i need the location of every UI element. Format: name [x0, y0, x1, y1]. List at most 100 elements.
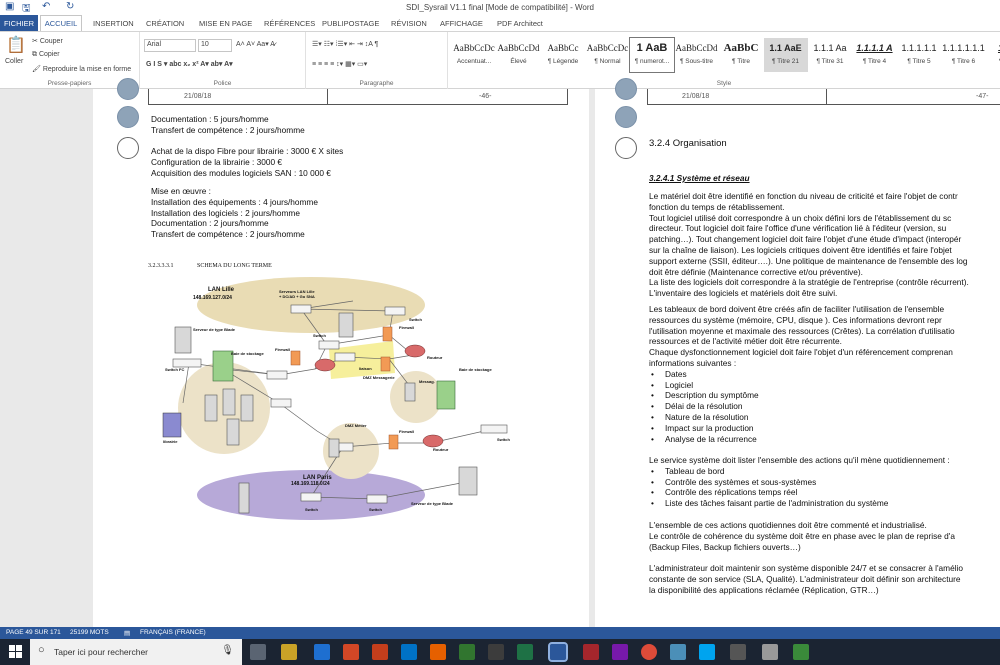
- style-item[interactable]: 1.1.1.1 A ¶ Titre 4: [853, 38, 897, 72]
- body-text: Le contrôle de cohérence du système doit…: [649, 530, 955, 541]
- font-grow-shrink-icons[interactable]: A˄ A˅ Aa▾ A̷: [236, 40, 275, 48]
- powerpoint-icon[interactable]: [343, 644, 359, 660]
- word-taskbar-icon[interactable]: [548, 642, 568, 662]
- style-item[interactable]: AaBbCcDd ¶ Sous-titre: [675, 38, 719, 72]
- firewall-label: Firewall: [399, 429, 414, 434]
- tab-affichage[interactable]: AFFICHAGE: [440, 19, 483, 28]
- styles-group: Style AaBbCcDc Accentuat... AaBbCcDd Élevé A…: [448, 32, 1000, 89]
- file-explorer-icon[interactable]: [281, 644, 297, 660]
- tab-fichier[interactable]: FICHIER: [0, 15, 38, 31]
- body-text: fonction du temps de rétablissement.: [649, 201, 785, 212]
- styles-label: Style: [716, 80, 732, 87]
- security-icon[interactable]: [793, 644, 809, 660]
- style-item[interactable]: AaBbCcDc ¶ Normal: [586, 38, 630, 72]
- paragraph-group: ☰▾ ☷▾ ⁞☰▾ ⇤ ⇥ ↕A ¶ ≡ ≡ ≡ ≡ ↕▾ ▦▾ ▭▾ Para…: [306, 32, 448, 89]
- list-icons[interactable]: ☰▾ ☷▾ ⁞☰▾ ⇤ ⇥ ↕A ¶: [312, 40, 378, 48]
- tab-references[interactable]: RÉFÉRENCES: [264, 19, 315, 28]
- style-item[interactable]: 1.1.1¶ Titre: [986, 38, 1000, 72]
- bullet-icon: •: [651, 401, 654, 412]
- style-item[interactable]: AaBbCc ¶ Légende: [541, 38, 585, 72]
- style-preview: 1.1.1.1.1: [901, 43, 937, 53]
- font-format-icons[interactable]: G I S ▾ abc x₂ x² A▾ ab▾ A▾: [146, 60, 233, 68]
- app-icon[interactable]: [670, 644, 686, 660]
- style-item[interactable]: AaBbC ¶ Titre: [719, 38, 763, 72]
- style-item[interactable]: 1.1.1 Aa ¶ Titre 31: [808, 38, 852, 72]
- taskbar-search[interactable]: ○ Taper ici pour rechercher 🎙: [30, 639, 242, 665]
- paste-button[interactable]: Coller: [5, 58, 23, 65]
- microphone-icon[interactable]: 🎙: [221, 645, 234, 656]
- firefox-icon[interactable]: [430, 644, 446, 660]
- style-item[interactable]: AaBbCcDc Accentuat...: [452, 38, 496, 72]
- project-icon[interactable]: [459, 644, 475, 660]
- style-item[interactable]: 1.1.1.1.1 ¶ Titre 5: [897, 38, 941, 72]
- margin-circle: [615, 137, 637, 159]
- blade2-label: Serveur de type Blade: [411, 501, 454, 506]
- excel-icon[interactable]: [517, 644, 533, 660]
- task-view-icon[interactable]: [250, 644, 266, 660]
- switch-label: Switch: [497, 437, 510, 442]
- body-text: L'administrateur doit maintenir son syst…: [649, 563, 963, 573]
- style-preview: AaBbCcDd: [675, 43, 718, 53]
- tab-publipostage[interactable]: PUBLIPOSTAGE: [322, 19, 379, 28]
- header-page: -46-: [479, 93, 492, 100]
- storage2-label: Baie de stockage: [459, 367, 492, 372]
- font-name-select[interactable]: Arial: [144, 39, 196, 52]
- document-page-46[interactable]: 21/08/18 -46- 3.2.3.3.3.1 SCHEMA DU LONG…: [93, 78, 589, 627]
- bullet-item: Tableau de bord: [665, 465, 725, 476]
- lan-paris-ip: 148.169.118.0/24: [291, 481, 330, 487]
- firewall-label: Firewall: [275, 347, 290, 352]
- word-count[interactable]: 25199 MOTS: [70, 629, 109, 636]
- search-placeholder: Taper ici pour rechercher: [54, 647, 149, 657]
- outlook-icon[interactable]: [401, 644, 417, 660]
- tab-creation[interactable]: CRÉATION: [146, 19, 184, 28]
- pdf-icon[interactable]: [372, 644, 388, 660]
- settings-icon[interactable]: [488, 644, 504, 660]
- body-text: Achat de la dispo Fibre pour librairie :…: [151, 146, 344, 156]
- font-label: Police: [213, 80, 232, 87]
- body-text: L'inventaire des logiciels et matériels …: [649, 288, 838, 299]
- body-text: La liste des logiciels doit correspondre…: [649, 277, 969, 288]
- cut-button[interactable]: ✂ Couper: [32, 37, 63, 45]
- body-text: Les tableaux de bord doivent être créés …: [649, 304, 945, 314]
- style-preview: 1 AaB: [636, 42, 668, 54]
- page-count[interactable]: PAGE 49 SUR 171: [6, 629, 61, 636]
- proofing-icon[interactable]: ▤: [124, 629, 130, 637]
- style-name: Accentuat...: [456, 58, 492, 65]
- paste-icon[interactable]: 📋: [6, 35, 26, 55]
- windows-start-icon[interactable]: [9, 645, 23, 659]
- font-size-select[interactable]: 10: [198, 39, 232, 52]
- bullet-item: Contrôle des réplications temps réel: [665, 487, 798, 498]
- style-preview: 1.1 AaE: [769, 43, 802, 53]
- style-item[interactable]: 1.1.1.1.1.1 ¶ Titre 6: [942, 38, 986, 72]
- app-icon[interactable]: [699, 644, 715, 660]
- onenote-icon[interactable]: [612, 644, 628, 660]
- language[interactable]: FRANÇAIS (FRANCE): [140, 629, 206, 636]
- access-icon[interactable]: [583, 644, 599, 660]
- style-preview: AaBbCcDd: [497, 43, 540, 53]
- style-name: ¶ Titre 21: [772, 58, 799, 65]
- document-page-47[interactable]: 21/08/18 -47- 3.2.4 Organisation 3.2.4.1…: [595, 78, 1000, 627]
- style-item[interactable]: 1 AaB ¶ numerot...: [629, 37, 675, 73]
- style-preview: 1.1.1.1 A: [856, 43, 893, 53]
- app-icon[interactable]: [730, 644, 746, 660]
- tab-accueil[interactable]: ACCUEIL: [40, 15, 82, 31]
- app-icon[interactable]: [762, 644, 778, 660]
- bullet-icon: •: [651, 422, 654, 433]
- tab-pdf-architect[interactable]: PDF Architect: [497, 19, 543, 28]
- chrome-icon[interactable]: [641, 644, 657, 660]
- tab-mise-en-page[interactable]: MISE EN PAGE: [199, 19, 252, 28]
- body-text: doit être définie (Maintenance correctiv…: [649, 266, 863, 277]
- tab-revision[interactable]: RÉVISION: [391, 19, 427, 28]
- edge-icon[interactable]: [314, 644, 330, 660]
- style-item[interactable]: AaBbCcDd Élevé: [497, 38, 541, 72]
- font-group: Arial 10 A˄ A˅ Aa▾ A̷ G I S ▾ abc x₂ x² …: [140, 32, 306, 89]
- format-painter-button[interactable]: 🖌 Reproduire la mise en forme: [32, 65, 131, 73]
- tab-insertion[interactable]: INSERTION: [93, 19, 134, 28]
- style-preview: 1.1.1 Aa: [813, 43, 847, 53]
- style-item[interactable]: 1.1 AaE ¶ Titre 21: [763, 38, 808, 72]
- scissors-icon: ✂: [32, 38, 40, 45]
- copy-button[interactable]: ⧉ Copier: [32, 51, 60, 59]
- servers-lille-sub: + DC/AD + Go SNA: [279, 294, 315, 299]
- align-icons[interactable]: ≡ ≡ ≡ ≡ ↕▾ ▦▾ ▭▾: [312, 60, 367, 68]
- section-heading: 3.2.4 Organisation: [649, 138, 727, 149]
